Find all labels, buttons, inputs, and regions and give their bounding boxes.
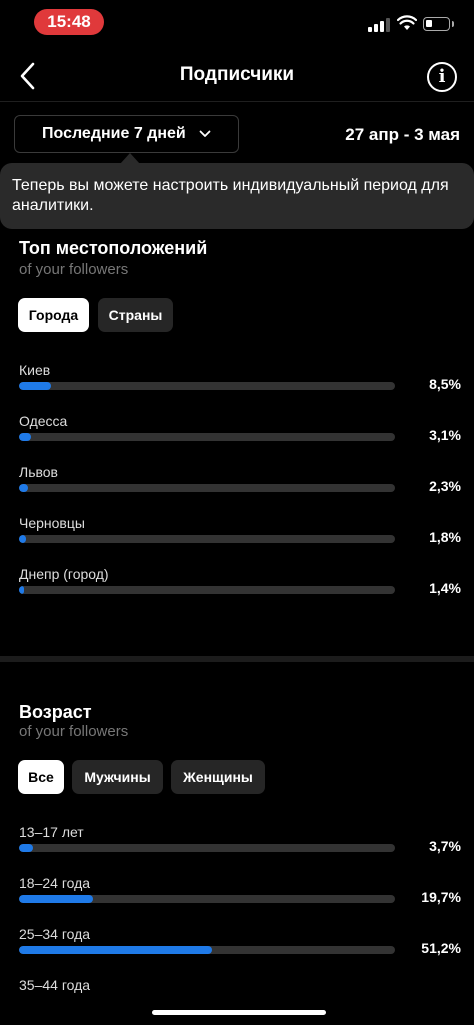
- location-row-bar: [19, 382, 51, 390]
- age-row-bar: [19, 895, 94, 903]
- age-tab-0[interactable]: Все: [18, 760, 64, 794]
- location-row-bar: [19, 586, 25, 594]
- page-title: Подписчики: [179, 64, 295, 85]
- location-row: Одесса 3,1%: [19, 413, 461, 455]
- age-row-label: 18–24 года: [19, 875, 91, 891]
- age-row-percent: 19,7%: [421, 889, 461, 905]
- period-label: Последние 7 дней: [42, 125, 186, 142]
- location-row: Днепр (город) 1,4%: [19, 566, 461, 608]
- age-row-bar: [19, 844, 33, 852]
- period-selector-button[interactable]: Последние 7 дней: [14, 115, 239, 153]
- age-tab-1[interactable]: Мужчины: [72, 760, 163, 794]
- location-row-track: [19, 382, 395, 390]
- age-row-percent: 51,2%: [421, 940, 461, 956]
- age-tab-2[interactable]: Женщины: [171, 760, 265, 794]
- nav-bar: Подписчики i: [0, 50, 474, 102]
- location-row-track: [19, 433, 395, 441]
- location-row-label: Львов: [19, 464, 58, 480]
- location-row-label: Днепр (город): [19, 566, 109, 582]
- location-row-label: Одесса: [19, 413, 68, 429]
- location-row-track: [19, 535, 395, 543]
- locations-subtitle: of your followers: [19, 261, 129, 278]
- age-row-percent: 3,7%: [429, 838, 461, 854]
- location-row: Львов 2,3%: [19, 464, 461, 506]
- location-row-bar: [19, 484, 28, 492]
- home-indicator: [152, 1010, 326, 1015]
- location-row-percent: 8,5%: [429, 376, 461, 392]
- age-row-track: [19, 844, 395, 852]
- chevron-down-icon: [199, 130, 211, 137]
- location-row-label: Черновцы: [19, 515, 85, 531]
- location-row-track: [19, 586, 395, 594]
- locations-tab-1[interactable]: Страны: [98, 298, 173, 332]
- age-row: 18–24 года 19,7%: [19, 875, 461, 917]
- age-title: Возраст: [19, 702, 92, 722]
- section-divider: [0, 656, 474, 662]
- location-row-bar: [19, 535, 26, 543]
- location-row-percent: 3,1%: [429, 427, 461, 443]
- age-subtitle: of your followers: [19, 723, 129, 740]
- location-row-bar: [19, 433, 31, 441]
- age-row: 13–17 лет 3,7%: [19, 824, 461, 866]
- age-row: 25–34 года 51,2%: [19, 926, 461, 968]
- wifi-icon: [397, 15, 417, 30]
- locations-tab-0[interactable]: Города: [18, 298, 89, 332]
- age-row-track: [19, 895, 395, 903]
- age-row-bar: [19, 946, 212, 954]
- battery-icon: [423, 17, 454, 31]
- locations-title: Топ местоположений: [19, 238, 208, 258]
- location-row-percent: 1,8%: [429, 529, 461, 545]
- age-row-label: 25–34 года: [19, 926, 91, 942]
- period-tooltip[interactable]: Теперь вы можете настроить индивидуальны…: [0, 163, 474, 229]
- location-row: Черновцы 1,8%: [19, 515, 461, 557]
- age-row-label: 35–44 года: [19, 977, 91, 993]
- location-row-label: Киев: [19, 362, 51, 378]
- status-bar: 15:48: [0, 0, 474, 46]
- info-icon[interactable]: i: [427, 62, 457, 92]
- location-row-track: [19, 484, 395, 492]
- cellular-signal-icon: [368, 18, 390, 32]
- location-row: Киев 8,5%: [19, 362, 461, 404]
- status-time: 15:48: [34, 9, 104, 35]
- date-range: 27 апр - 3 мая: [345, 125, 460, 144]
- age-row-track: [19, 946, 395, 954]
- location-row-percent: 2,3%: [429, 478, 461, 494]
- age-row-label: 13–17 лет: [19, 824, 84, 840]
- location-row-percent: 1,4%: [429, 580, 461, 596]
